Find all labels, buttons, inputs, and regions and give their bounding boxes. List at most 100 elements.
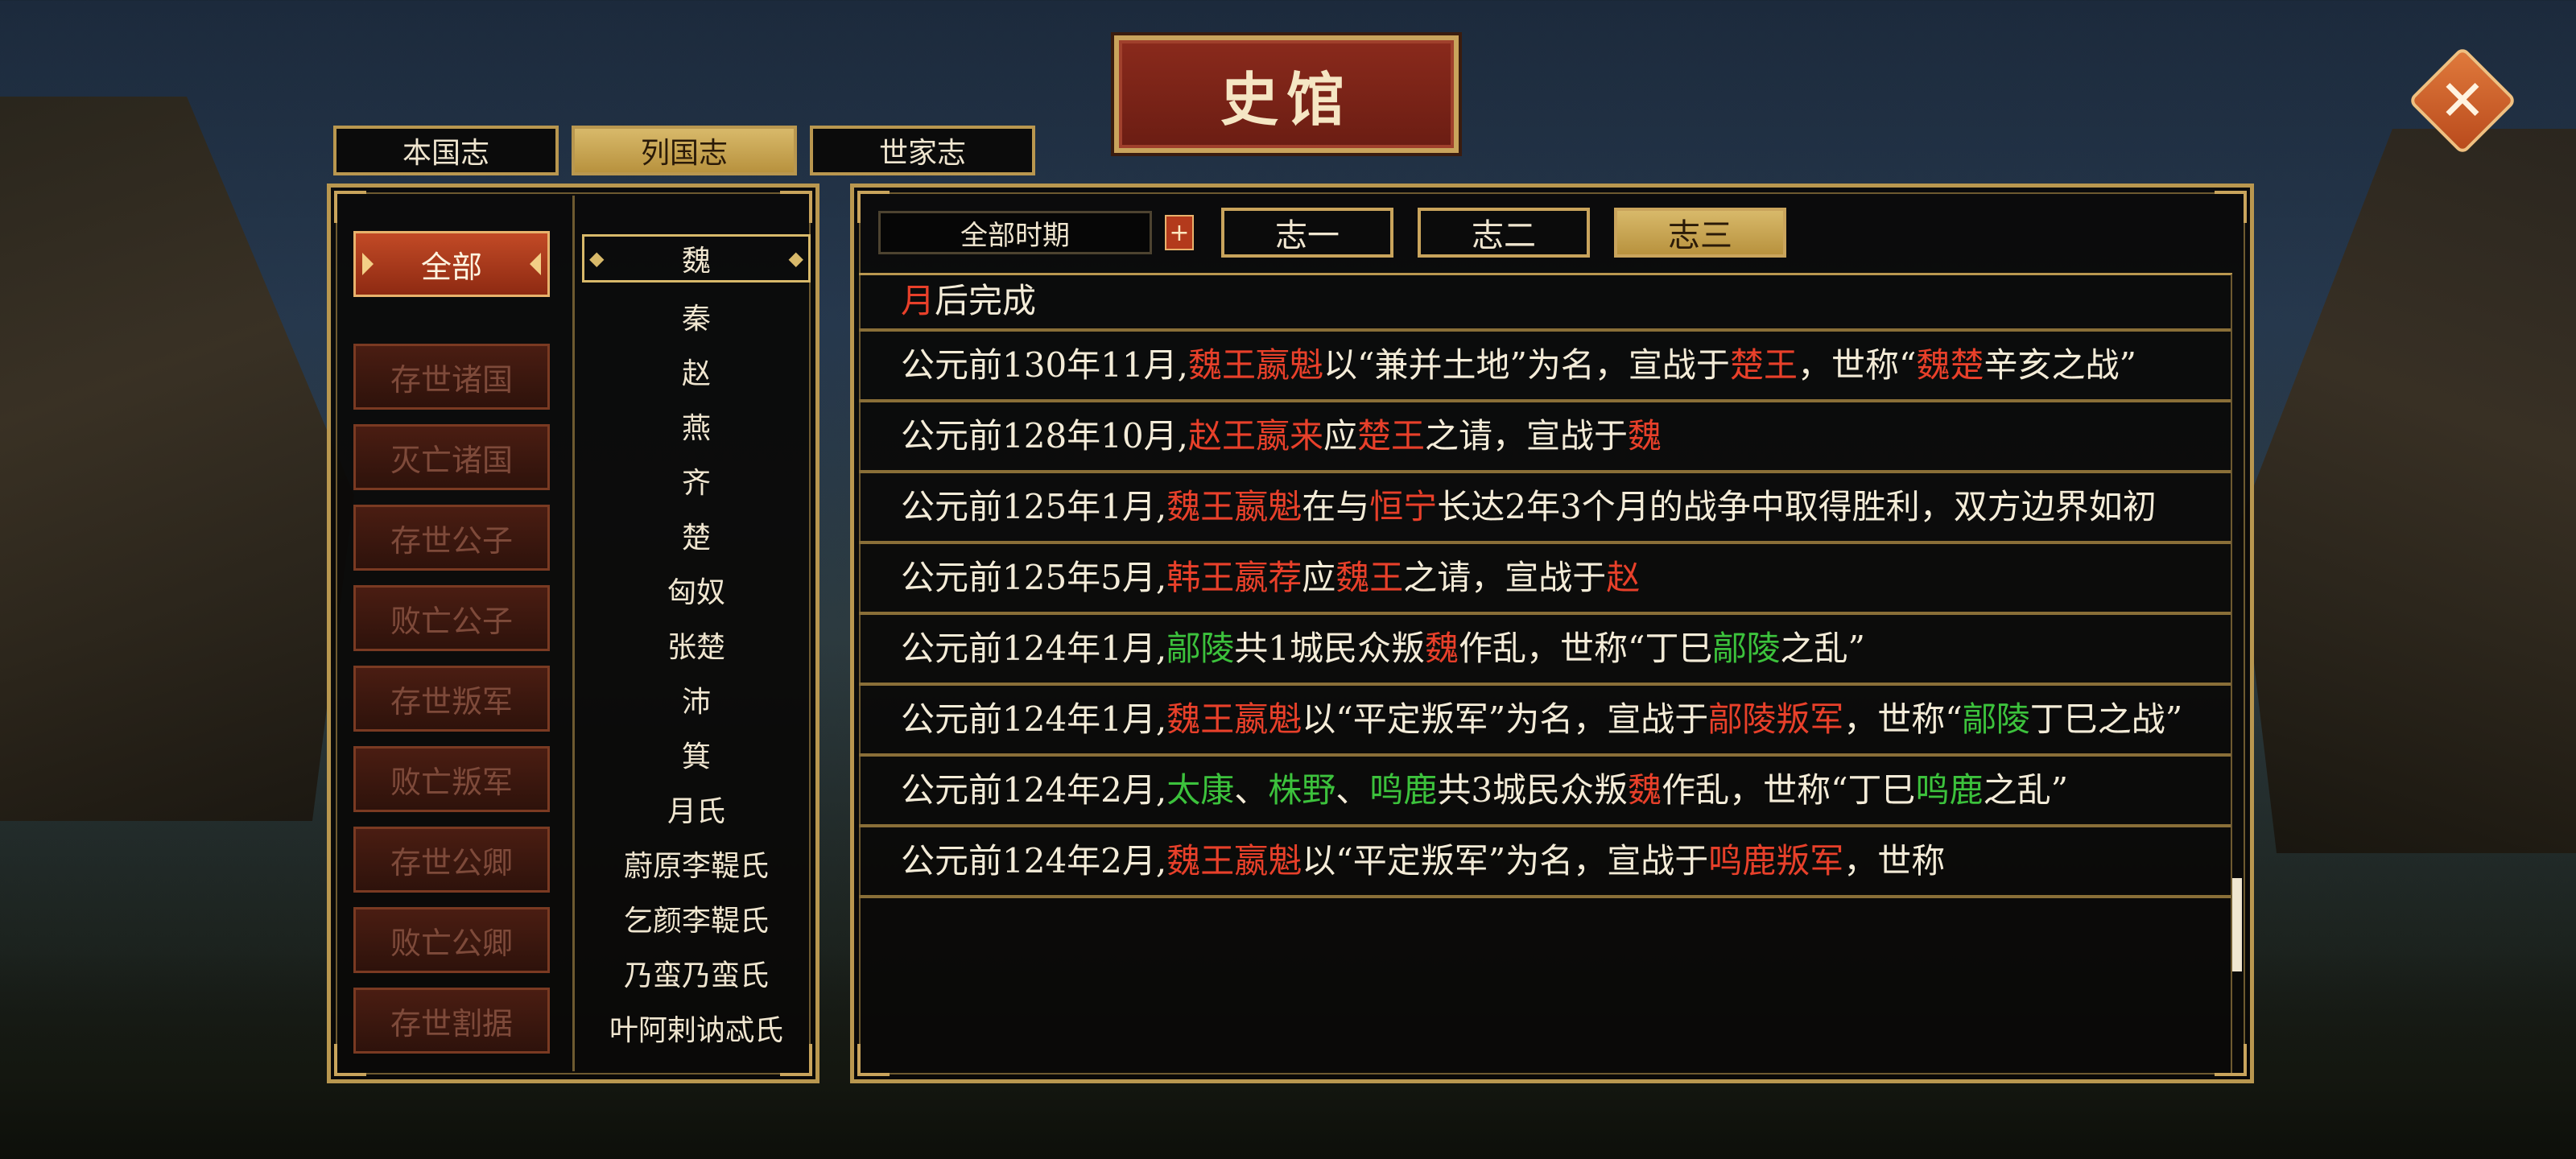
entry-state: 魏 <box>1628 416 1662 456</box>
title-plaque: 史馆 <box>1114 35 1459 153</box>
category-surviving-princes-button[interactable]: 存世公子 <box>353 505 550 571</box>
category-surviving-rebels-button[interactable]: 存世叛军 <box>353 666 550 732</box>
list-item: 公元前124年1月,魏王嬴魁以“平定叛军”为名，宣战于鄗陵叛军，世称“鄗陵丁巳之… <box>859 686 2232 757</box>
entry-place: 株野 <box>1268 770 1336 810</box>
category-surviving-ministers-button[interactable]: 存世公卿 <box>353 827 550 893</box>
state-item-chu[interactable]: 楚 <box>577 508 815 563</box>
tab-lieguozhi[interactable]: 列国志 <box>572 126 797 175</box>
tab-volume-2[interactable]: 志二 <box>1418 208 1590 258</box>
list-item: 公元前124年2月,太康、株野、鸣鹿共3城民众叛魏作乱，世称“丁巳鸣鹿之乱” <box>859 757 2232 827</box>
entry-date: 公元前124年1月, <box>901 699 1167 739</box>
highlight-text: 月 <box>901 281 935 320</box>
filter-panel: 全部 存世诸国 灭亡诸国 存世公子 败亡公子 存世叛军 败亡叛军 存世公卿 败亡… <box>327 184 819 1083</box>
state-item-qin[interactable]: 秦 <box>577 289 815 344</box>
column-divider <box>572 196 575 1071</box>
entry-text: 共1城民众叛 <box>1234 629 1425 668</box>
chronicle-panel: 全部时期 + 志一 志二 志三 月后完成 公元前130年11月,魏王嬴魁以“兼并… <box>850 184 2254 1083</box>
entry-actor: 韩王嬴荐 <box>1166 558 1302 597</box>
close-icon: ✕ <box>2438 68 2487 134</box>
entry-actor: 魏王嬴魁 <box>1166 699 1302 739</box>
state-item-pei[interactable]: 沛 <box>577 672 815 727</box>
state-item-tribe-3[interactable]: 乃蛮乃蛮氏 <box>577 946 815 1000</box>
entry-date: 公元前124年1月, <box>901 629 1167 668</box>
state-list: 魏 秦 赵 燕 齐 楚 匈奴 张楚 沛 箕 月氏 蔚原李鞮氏 乞颜李鞮氏 乃蛮乃… <box>577 234 815 1055</box>
entry-date: 公元前130年11月, <box>901 345 1188 385</box>
list-item: 公元前130年11月,魏王嬴魁以“兼并土地”为名，宣战于楚王，世称“魏楚辛亥之战… <box>859 332 2232 402</box>
entry-text: 后完成 <box>935 281 1037 320</box>
right-hut-scenery <box>2238 129 2576 853</box>
scroll-thumb[interactable] <box>2232 878 2242 971</box>
close-button[interactable]: ✕ <box>2408 46 2517 155</box>
category-surviving-warlords-button[interactable]: 存世割据 <box>353 988 550 1054</box>
state-item-zhangchu[interactable]: 张楚 <box>577 617 815 672</box>
entry-text: 之请，宣战于 <box>1425 416 1629 456</box>
entry-text: 作乱，世称“丁巳 <box>1662 770 1916 810</box>
entry-text: ，世称 <box>1843 841 1946 881</box>
entry-place: 鸣鹿 <box>1369 770 1438 810</box>
entry-place: 鸣鹿 <box>1915 770 1984 810</box>
list-item: 公元前125年1月,魏王嬴魁在与恒宁长达2年3个月的战争中取得胜利，双方边界如初 <box>859 473 2232 544</box>
entry-text: ，世称“ <box>1843 699 1963 739</box>
tab-volume-1[interactable]: 志一 <box>1221 208 1393 258</box>
category-all-button[interactable]: 全部 <box>353 231 550 297</box>
list-item: 公元前125年5月,韩王嬴荐应魏王之请，宣战于赵 <box>859 544 2232 615</box>
filter-row: 全部时期 + 志一 志二 志三 <box>878 207 1786 258</box>
entry-text: 、 <box>1234 770 1269 810</box>
entry-text: 辛亥之战” <box>1984 345 2136 385</box>
scrollbar[interactable] <box>2231 274 2242 1073</box>
entry-text: 应 <box>1323 416 1357 456</box>
entry-target: 楚王 <box>1357 416 1426 456</box>
state-item-qi[interactable]: 齐 <box>577 453 815 508</box>
category-surviving-states-button[interactable]: 存世诸国 <box>353 344 550 410</box>
state-item-yan[interactable]: 燕 <box>577 398 815 453</box>
list-item: 公元前124年2月,魏王嬴魁以“平定叛军”为名，宣战于鸣鹿叛军，世称 <box>859 827 2232 898</box>
category-list: 全部 存世诸国 灭亡诸国 存世公子 败亡公子 存世叛军 败亡叛军 存世公卿 败亡… <box>353 231 550 1068</box>
state-item-wei[interactable]: 魏 <box>582 234 811 283</box>
entry-text: 应 <box>1302 558 1336 597</box>
entry-text: 之乱” <box>1983 770 2069 810</box>
entry-text: 丁巳之战” <box>2029 699 2183 739</box>
entry-place: 鄗陵 <box>1712 629 1781 668</box>
list-item: 月后完成 <box>859 275 2232 332</box>
entry-text: 长达2年3个月的战争中取得胜利，双方边界如初 <box>1437 487 2157 526</box>
entry-war-name: 魏楚 <box>1916 345 1984 385</box>
state-item-ji[interactable]: 箕 <box>577 727 815 782</box>
category-fallen-princes-button[interactable]: 败亡公子 <box>353 585 550 651</box>
entry-date: 公元前125年5月, <box>901 558 1167 597</box>
entry-place: 鄗陵 <box>1166 629 1235 668</box>
category-fallen-states-button[interactable]: 灭亡诸国 <box>353 424 550 490</box>
entry-text: 、 <box>1335 770 1370 810</box>
entry-text: 共3城民众叛 <box>1437 770 1629 810</box>
corner-ornament <box>334 191 366 223</box>
entry-actor: 赵王嬴来 <box>1187 416 1323 456</box>
entry-target: 恒宁 <box>1369 487 1438 526</box>
state-item-tribe-4[interactable]: 叶阿剌讷忒氏 <box>577 1000 815 1055</box>
period-select[interactable]: 全部时期 <box>878 211 1152 254</box>
state-item-xiongnu[interactable]: 匈奴 <box>577 563 815 617</box>
chronicle-list[interactable]: 月后完成 公元前130年11月,魏王嬴魁以“兼并土地”为名，宣战于楚王，世称“魏… <box>859 273 2232 1074</box>
state-item-yuezhi[interactable]: 月氏 <box>577 782 815 836</box>
state-item-tribe-2[interactable]: 乞颜李鞮氏 <box>577 891 815 946</box>
tab-shijiazhi[interactable]: 世家志 <box>810 126 1035 175</box>
entry-date: 公元前124年2月, <box>901 841 1167 881</box>
tab-benguozhi[interactable]: 本国志 <box>333 126 559 175</box>
entry-text: 之请，宣战于 <box>1403 558 1607 597</box>
expand-period-button[interactable]: + <box>1165 215 1194 250</box>
entry-date: 公元前125年1月, <box>901 487 1167 526</box>
entry-actor: 魏王嬴魁 <box>1187 345 1323 385</box>
entry-text: 以“兼并土地”为名，宣战于 <box>1323 345 1730 385</box>
entry-actor: 魏王嬴魁 <box>1166 841 1302 881</box>
tab-volume-3[interactable]: 志三 <box>1614 208 1786 258</box>
entry-date: 公元前124年2月, <box>901 770 1167 810</box>
state-item-tribe-1[interactable]: 蔚原李鞮氏 <box>577 836 815 891</box>
corner-ornament <box>2215 191 2247 223</box>
entry-state: 魏 <box>1628 770 1662 810</box>
state-item-zhao[interactable]: 赵 <box>577 344 815 398</box>
entry-text: 在与 <box>1302 487 1370 526</box>
entry-text: ，世称“ <box>1797 345 1917 385</box>
entry-place: 太康 <box>1166 770 1235 810</box>
entry-date: 公元前128年10月, <box>901 416 1188 456</box>
page-title: 史馆 <box>1220 64 1352 134</box>
category-fallen-rebels-button[interactable]: 败亡叛军 <box>353 746 550 812</box>
category-fallen-ministers-button[interactable]: 败亡公卿 <box>353 907 550 973</box>
